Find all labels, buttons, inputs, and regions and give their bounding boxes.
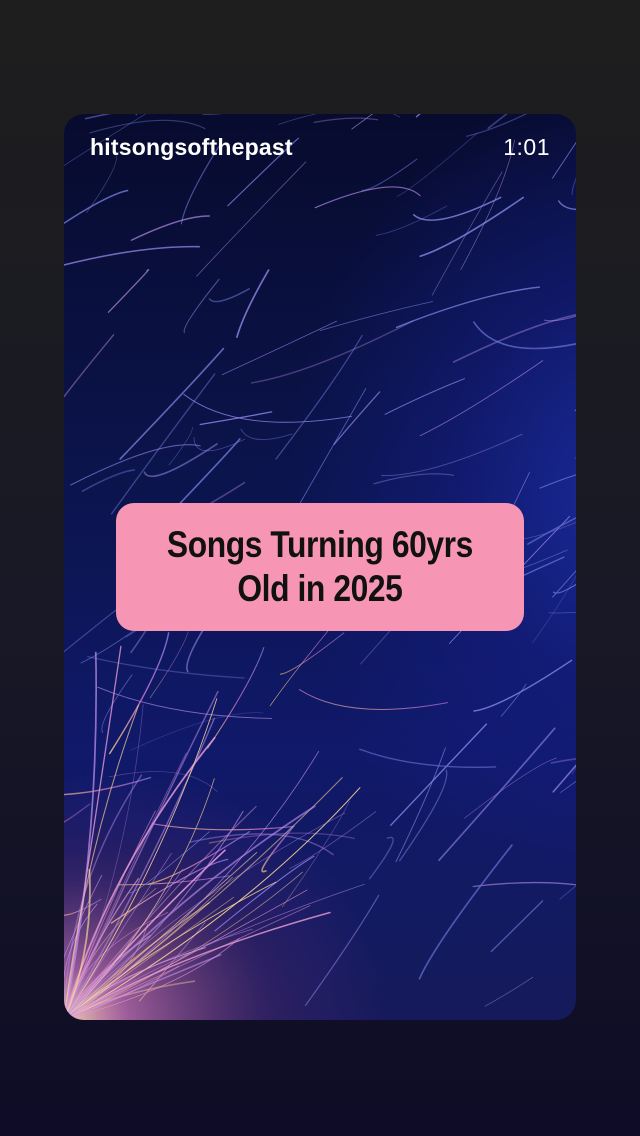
spark-streak (359, 748, 497, 768)
spark-streak (574, 409, 576, 412)
spark-streak (109, 632, 170, 755)
spark-streak (395, 286, 541, 329)
spark-streak (361, 158, 418, 192)
spark-streak (473, 659, 573, 712)
spark-streak (419, 196, 525, 258)
spark-streak (64, 245, 200, 266)
spark-streak (390, 723, 488, 826)
spark-streak (399, 769, 448, 862)
spark-streak (64, 334, 115, 398)
spark-streak (89, 119, 206, 134)
spark-streak (472, 881, 576, 888)
spark-streak (108, 771, 218, 792)
spark-streak (130, 712, 264, 751)
spark-streak (415, 114, 421, 118)
spark-streak (240, 428, 293, 441)
spark-streak (64, 114, 66, 116)
spark-streak (193, 437, 246, 452)
spark-streak (381, 433, 523, 477)
caption-box: Songs Turning 60yrs Old in 2025 (116, 503, 524, 631)
spark-streak (384, 378, 466, 415)
spark-streak (395, 747, 446, 863)
spark-streak (199, 411, 273, 426)
spark-streak (70, 444, 201, 486)
spark-streak (548, 611, 576, 614)
spark-streak (452, 313, 576, 363)
spark-streak (557, 200, 576, 210)
spark-streak (196, 161, 307, 277)
caption-line-2: Old in 2025 (237, 568, 403, 609)
spark-streak (487, 114, 508, 130)
spark-streak (490, 900, 544, 953)
spark-streak (84, 114, 112, 120)
spark-streak (560, 780, 576, 793)
spark-streak (552, 570, 576, 598)
spark-streak (438, 727, 556, 862)
story-timer: 1:01 (503, 134, 550, 160)
spark-streak (149, 631, 189, 699)
caption-line-1: Songs Turning 60yrs (167, 524, 473, 565)
spark-streak (552, 764, 576, 793)
spark-streak (368, 836, 394, 880)
spark-streak (87, 656, 245, 679)
spark-streak (571, 177, 576, 195)
spark-streak (298, 689, 448, 710)
spark-streak (119, 347, 225, 460)
spark-streak (418, 844, 513, 980)
account-username[interactable]: hitsongsofthepast (90, 134, 293, 161)
spark-streak (97, 686, 273, 719)
spark-streak (275, 334, 363, 460)
spark-streak (375, 205, 448, 236)
story-header: hitsongsofthepast 1:01 (90, 134, 550, 161)
spark-streak (64, 189, 129, 225)
spark-streak (571, 766, 576, 775)
spark-streak (236, 269, 270, 338)
spark-streak (183, 393, 352, 423)
spark-streak (130, 215, 211, 241)
spark-streak (539, 474, 576, 489)
spark-streak (419, 360, 544, 437)
spark-streak (107, 269, 150, 313)
spark-streak (81, 469, 136, 493)
spark-streak (110, 373, 216, 515)
spark-streak (351, 114, 374, 130)
story-viewer[interactable]: hitsongsofthepast 1:01 Songs Turning 60y… (64, 114, 576, 1020)
spark-streak (207, 647, 265, 749)
spark-streak (313, 117, 379, 124)
spark-streak (574, 457, 576, 459)
caption-text: Songs Turning 60yrs Old in 2025 (167, 523, 473, 611)
spark-streak (183, 278, 220, 333)
spark-streak (143, 443, 218, 478)
spark-streak (279, 632, 345, 675)
spark-streak (86, 153, 117, 213)
spark-streak (484, 976, 534, 1007)
spark-streak (250, 320, 414, 384)
spark-streak (552, 141, 576, 179)
spark-streak (532, 575, 576, 644)
spark-streak (314, 186, 421, 209)
spark-streak (465, 114, 528, 137)
spark-streak (319, 301, 433, 332)
spark-streak (208, 288, 250, 303)
